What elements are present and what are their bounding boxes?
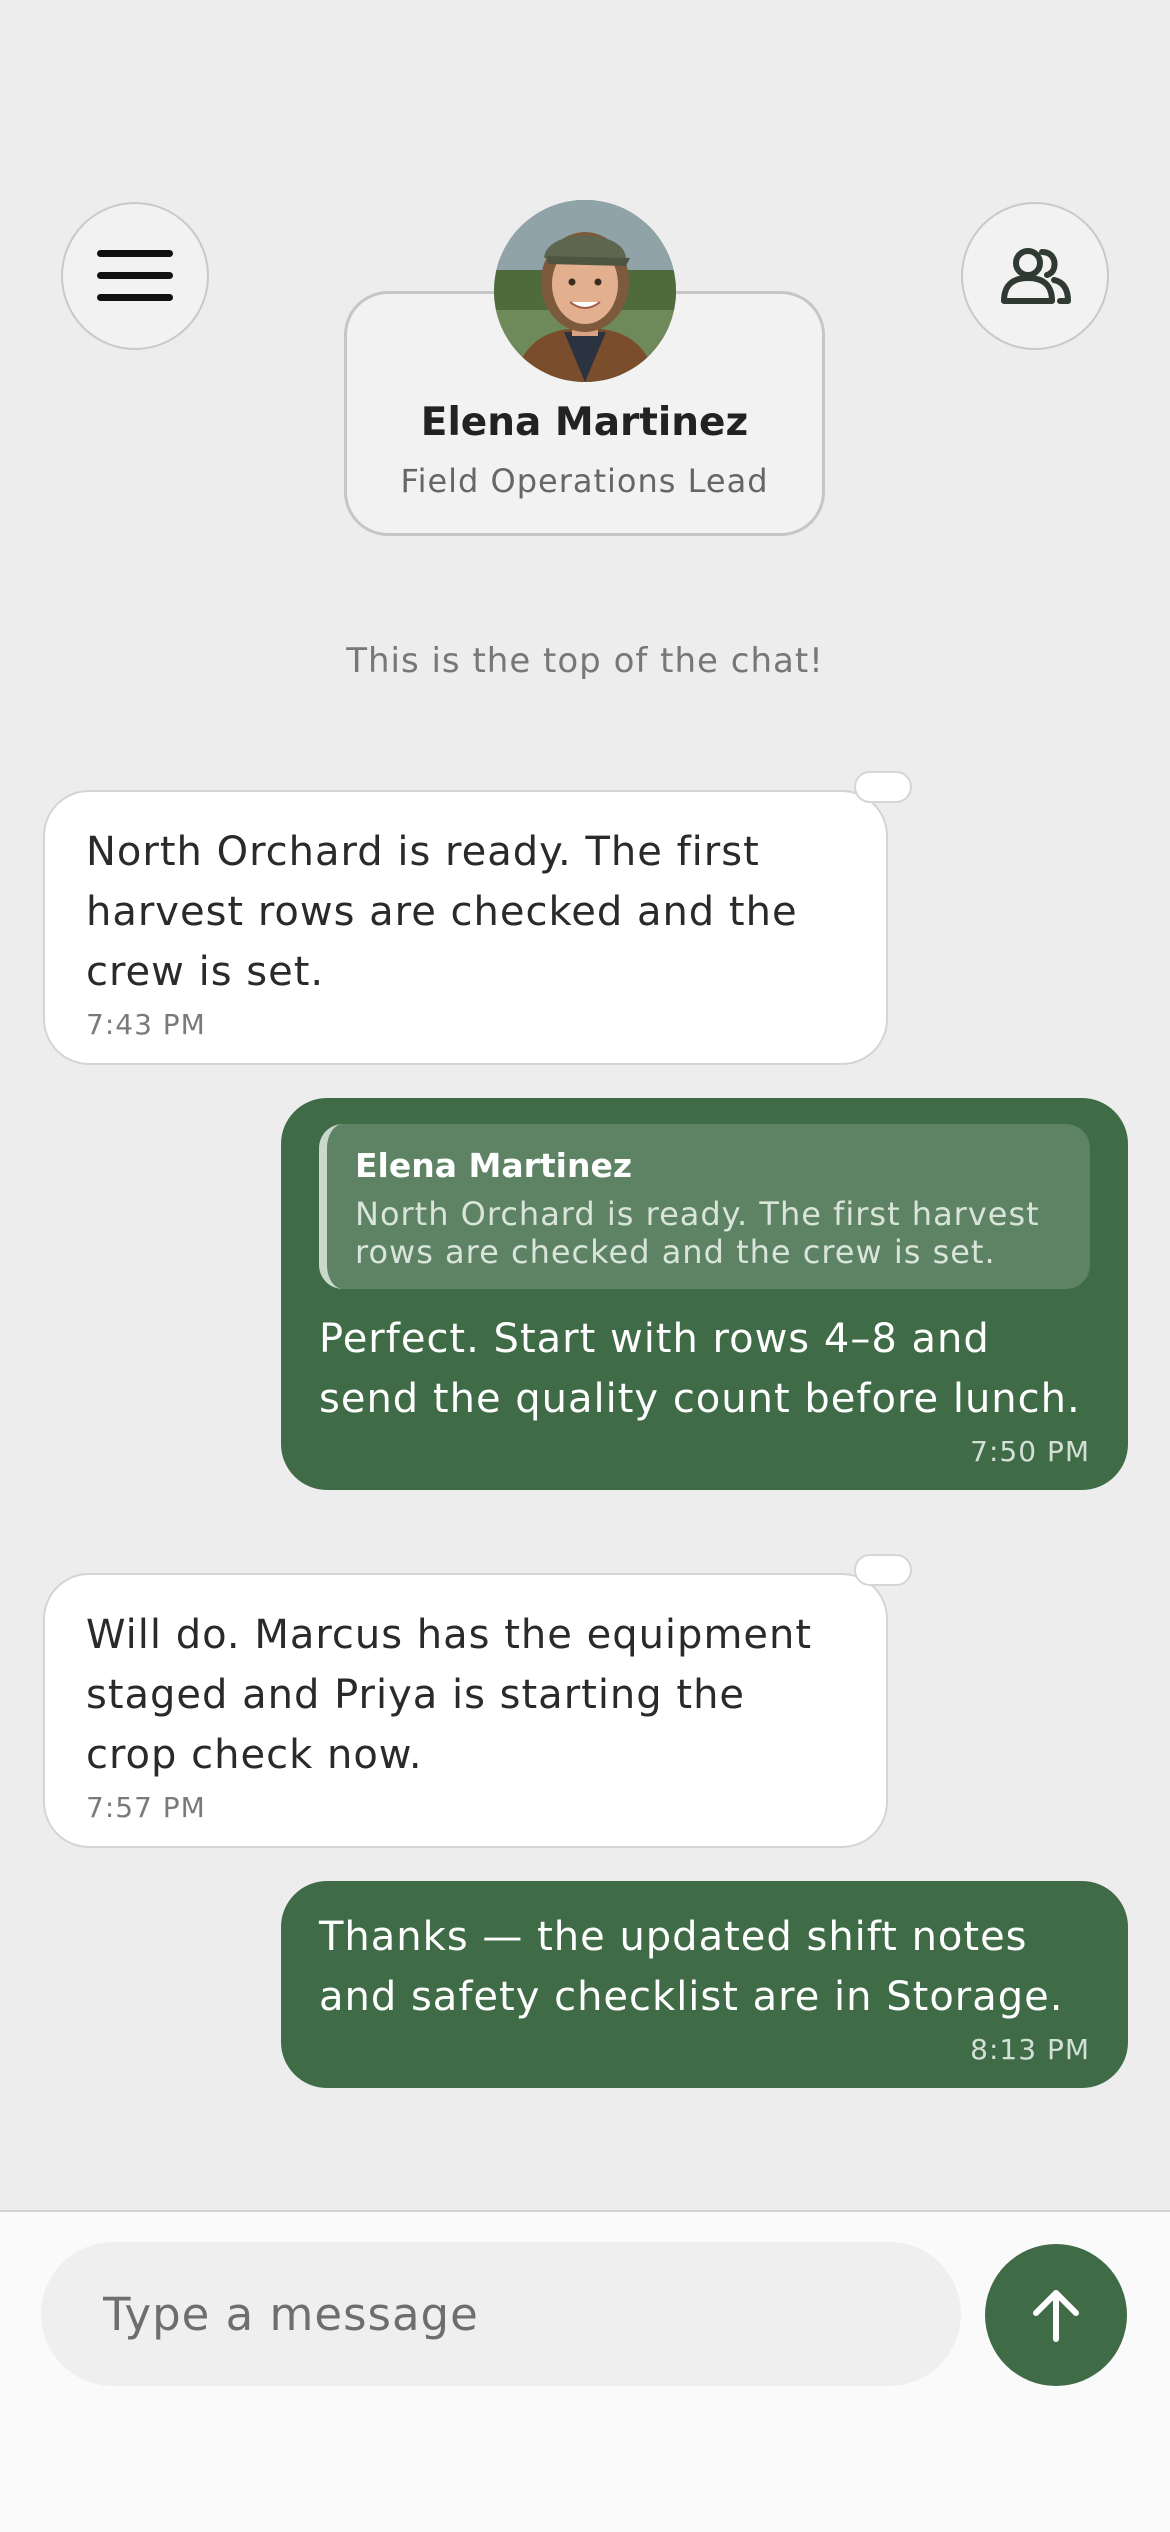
quoted-text: North Orchard is ready. The first harves…: [355, 1195, 1040, 1271]
message-input[interactable]: [41, 2242, 961, 2386]
reaction-pill[interactable]: [854, 1554, 912, 1586]
chat-top-note: This is the top of the chat!: [346, 641, 824, 681]
quoted-author: Elena Martinez: [355, 1146, 633, 1185]
message-time: 7:43 PM: [86, 1008, 206, 1041]
contact-name: Elena Martinez: [420, 400, 749, 445]
message-time: 7:50 PM: [970, 1435, 1090, 1468]
message-bubble-outgoing[interactable]: Thanks — the updated shift notes and saf…: [281, 1881, 1128, 2088]
message-text: Perfect. Start with rows 4–8 and send th…: [319, 1316, 1081, 1422]
message-text: Thanks — the updated shift notes and saf…: [319, 1914, 1064, 2020]
message-text: North Orchard is ready. The first harves…: [86, 829, 798, 995]
menu-button[interactable]: [61, 202, 209, 350]
chat-screen: Elena Martinez Field Operations Lead Thi…: [0, 0, 1170, 2532]
arrow-up-icon: [1033, 2290, 1079, 2342]
message-bubble-incoming[interactable]: Will do. Marcus has the equipment staged…: [43, 1573, 888, 1848]
message-time: 8:13 PM: [970, 2033, 1090, 2066]
message-text: Will do. Marcus has the equipment staged…: [86, 1612, 813, 1778]
contact-avatar: [494, 200, 676, 382]
quoted-reply[interactable]: Elena Martinez North Orchard is ready. T…: [319, 1124, 1090, 1289]
send-button[interactable]: [985, 2244, 1127, 2386]
people-icon: [1001, 248, 1071, 304]
message-time: 7:57 PM: [86, 1791, 206, 1824]
message-bubble-outgoing[interactable]: Elena Martinez North Orchard is ready. T…: [281, 1098, 1128, 1490]
message-bubble-incoming[interactable]: North Orchard is ready. The first harves…: [43, 790, 888, 1065]
hamburger-menu-icon: [97, 250, 173, 301]
participants-button[interactable]: [961, 202, 1109, 350]
reaction-pill[interactable]: [854, 771, 912, 803]
contact-role: Field Operations Lead: [400, 462, 769, 500]
